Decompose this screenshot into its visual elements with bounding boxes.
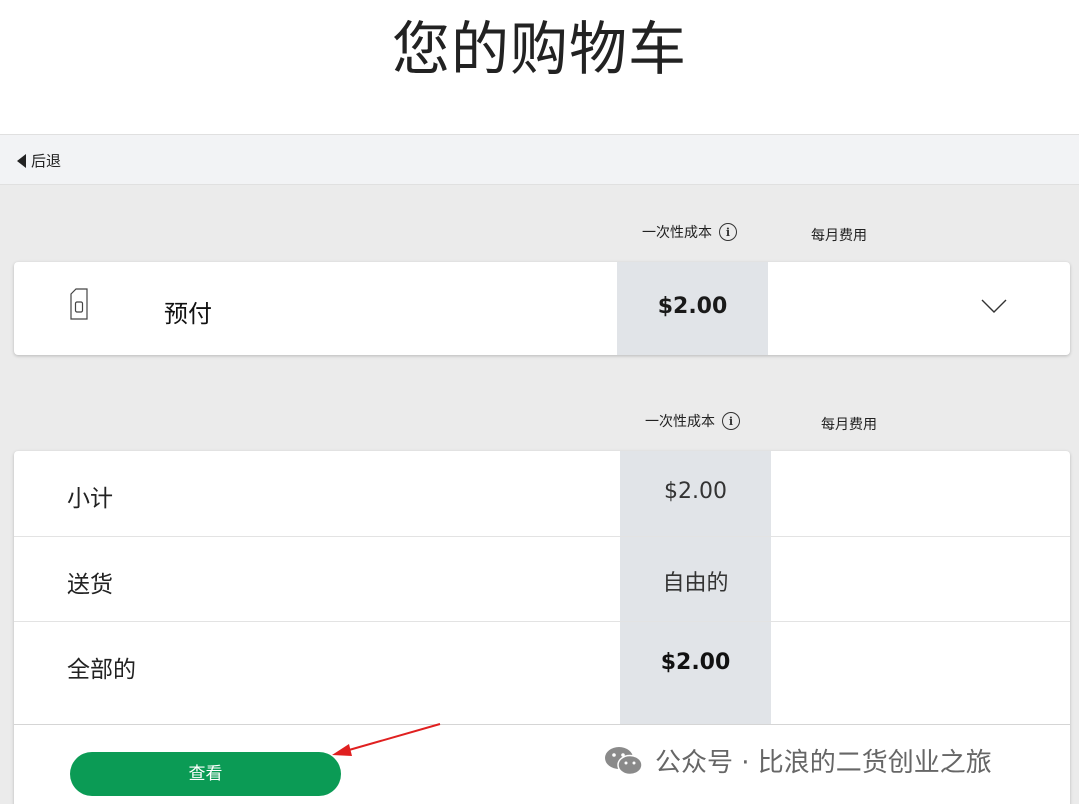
subtotal-value: $2.00 [664,479,727,504]
summary-monthly-label: 每月费用 [821,417,877,433]
sim-card-icon [70,288,88,320]
shipping-label: 送货 [67,572,113,598]
info-icon[interactable]: i [719,223,737,241]
cart-item-card: 预付 $2.00 [14,262,1070,355]
wechat-icon [605,746,643,775]
caret-left-icon [17,153,26,168]
cart-item-name: 预付 [164,300,212,328]
back-link[interactable]: 后退 [17,150,61,171]
back-label: 后退 [31,152,62,170]
summary-row-shipping: 送货 自由的 [14,537,1070,622]
page-title: 您的购物车 [391,15,687,83]
subtotal-label: 小计 [67,486,113,512]
one-time-cost-label: 一次性成本 [642,225,712,241]
shipping-value: 自由的 [662,571,729,596]
cart-item-price: $2.00 [657,294,728,319]
summary-row-total: 全部的 $2.00 [14,622,1070,707]
chevron-down-icon[interactable] [980,298,1008,314]
total-value: $2.00 [660,650,731,675]
page-header: 您的购物车 [0,0,1079,134]
one-time-price-column: $2.00 [617,262,768,355]
monthly-fee-header: 每月费用 [811,225,867,245]
info-icon[interactable]: i [722,412,740,430]
row-divider [14,724,1070,725]
total-label: 全部的 [67,657,136,683]
watermark-text: 公众号 · 比浪的二货创业之旅 [655,748,992,778]
back-bar: 后退 [0,134,1079,185]
summary-one-time-label: 一次性成本 [645,414,715,430]
one-time-cost-header: 一次性成本 i [642,222,737,242]
summary-row-subtotal: 小计 $2.00 [14,451,1070,536]
summary-monthly-header: 每月费用 [821,414,877,434]
monthly-fee-label: 每月费用 [811,228,867,244]
watermark: 公众号 · 比浪的二货创业之旅 [603,742,992,779]
view-button[interactable]: 查看 [70,752,341,796]
summary-one-time-header: 一次性成本 i [645,411,740,431]
